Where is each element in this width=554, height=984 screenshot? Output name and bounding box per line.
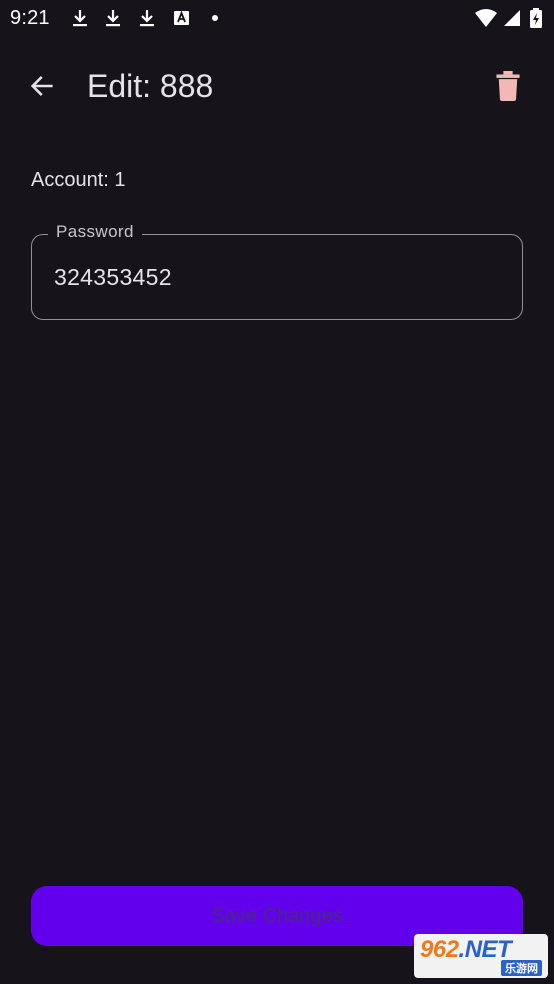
status-time: 9:21 <box>10 7 50 29</box>
watermark-sub: 乐游网 <box>501 960 542 976</box>
password-field[interactable]: Password <box>31 222 523 320</box>
download-icon <box>140 10 154 27</box>
delete-button[interactable] <box>486 64 530 108</box>
page-title: Edit: 888 <box>87 68 214 104</box>
status-bar: 9:21 <box>0 0 554 38</box>
trash-icon <box>496 71 520 101</box>
arrow-left-icon <box>30 76 53 96</box>
download-icon <box>73 10 87 27</box>
watermark-brand: 962.NET <box>420 936 512 964</box>
back-button[interactable] <box>20 64 64 108</box>
watermark-number: 962 <box>420 936 459 963</box>
account-label: Account: 1 <box>31 169 126 191</box>
dot-icon <box>212 15 218 21</box>
watermark-suffix: .NET <box>458 936 512 963</box>
download-icon <box>106 10 120 27</box>
battery-icon <box>530 8 542 28</box>
password-input[interactable] <box>54 261 494 293</box>
a-badge-icon <box>174 10 189 25</box>
password-field-label: Password <box>48 222 142 242</box>
wifi-icon <box>475 9 497 27</box>
watermark-logo: 962.NET 乐游网 <box>414 934 548 978</box>
app-bar: Edit: 888 <box>0 54 554 118</box>
signal-icon <box>504 10 520 26</box>
edit-account-screen: 9:21 Edit: 888 Account: 1 Password 32435… <box>0 0 554 984</box>
